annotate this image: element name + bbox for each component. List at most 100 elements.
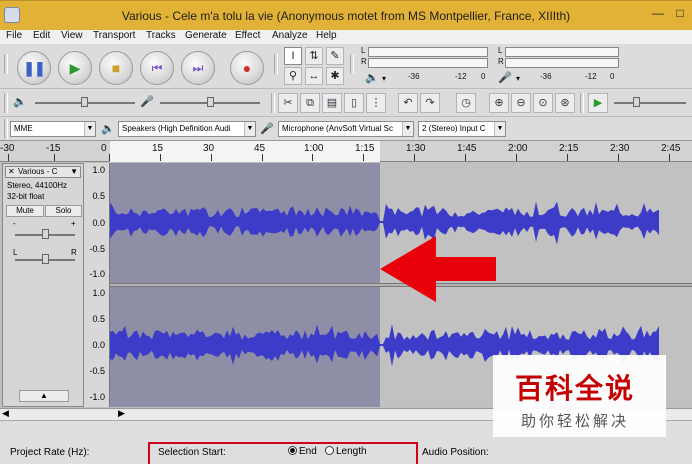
ruler-tick bbox=[414, 154, 415, 161]
speaker-icon[interactable]: 🔈 bbox=[365, 71, 379, 84]
watermark-title: 百科全说 bbox=[515, 372, 636, 405]
time-shift-tool-icon[interactable]: ↔ bbox=[305, 67, 323, 85]
stop-button[interactable]: ■ bbox=[99, 51, 133, 85]
menu-help[interactable]: Help bbox=[316, 30, 337, 42]
sync-lock-icon[interactable]: ◷ bbox=[456, 93, 476, 113]
menu-bar: File Edit View Transport Tracks Generate… bbox=[0, 30, 692, 44]
copy-icon[interactable]: ⧉ bbox=[300, 93, 320, 113]
scale-ch1-0.5: 0.5 bbox=[92, 191, 105, 201]
undo-icon[interactable]: ↶ bbox=[398, 93, 418, 113]
toolbar-grip[interactable] bbox=[4, 54, 8, 74]
skip-to-end-icon: ⏭ bbox=[192, 60, 204, 75]
menu-file[interactable]: File bbox=[6, 30, 22, 42]
menu-transport[interactable]: Transport bbox=[93, 30, 135, 42]
record-meter-left[interactable] bbox=[505, 47, 619, 57]
playback-meter-right[interactable] bbox=[368, 58, 488, 68]
output-volume-thumb[interactable] bbox=[81, 97, 88, 107]
solo-button[interactable]: Solo bbox=[45, 205, 82, 217]
fit-selection-icon[interactable]: ⊙ bbox=[533, 93, 553, 113]
toolbar-grip[interactable] bbox=[271, 93, 275, 113]
playback-scale-12: -12 bbox=[455, 72, 467, 81]
waveform-channel-1 bbox=[110, 201, 659, 245]
collapse-track-button[interactable]: ▲ bbox=[19, 390, 69, 402]
fit-project-icon[interactable]: ⊛ bbox=[555, 93, 575, 113]
ruler-label: 2:30 bbox=[610, 143, 630, 154]
ruler-tick bbox=[54, 154, 55, 161]
input-volume-icon: 🎤 bbox=[140, 96, 154, 108]
menu-view[interactable]: View bbox=[61, 30, 83, 42]
toolbar-grip[interactable] bbox=[274, 54, 278, 74]
skip-to-start-button[interactable]: ⏮ bbox=[140, 51, 174, 85]
paste-icon[interactable]: ▤ bbox=[322, 93, 342, 113]
output-device-select[interactable]: Speakers (High Definition Audi ▼ bbox=[118, 121, 256, 137]
menu-effect[interactable]: Effect bbox=[235, 30, 260, 42]
input-device-select[interactable]: Microphone (AnvSoft Virtual Sc ▼ bbox=[278, 121, 414, 137]
ruler-label: 1:00 bbox=[304, 143, 324, 154]
end-radio[interactable]: End bbox=[288, 446, 317, 457]
ruler-label: -30 bbox=[0, 143, 15, 154]
play-speed-slider[interactable] bbox=[614, 102, 686, 104]
toolbar-grip[interactable] bbox=[350, 54, 354, 74]
zoom-out-icon[interactable]: ⊖ bbox=[511, 93, 531, 113]
ruler-label: 2:00 bbox=[508, 143, 528, 154]
gain-thumb[interactable] bbox=[42, 229, 49, 239]
menu-analyze[interactable]: Analyze bbox=[272, 30, 308, 42]
transport-toolbar: ❚❚ ▶ ■ ⏮ ⏭ ● I ⇅ ✎ ⚲ ↔ ✱ L R L R 🔈 ▾ -36… bbox=[0, 44, 692, 88]
ruler-tick bbox=[211, 154, 212, 161]
menu-generate[interactable]: Generate bbox=[185, 30, 227, 42]
silence-icon[interactable]: ⋮ bbox=[366, 93, 386, 113]
menu-tracks[interactable]: Tracks bbox=[146, 30, 176, 42]
length-radio[interactable]: Length bbox=[325, 446, 367, 457]
microphone-icon[interactable]: 🎤 bbox=[498, 71, 512, 84]
input-channels-value: 2 (Stereo) Input C bbox=[422, 124, 486, 133]
track-name-menu[interactable]: ✕ Various - C ▼ bbox=[5, 166, 81, 178]
play-speed-thumb[interactable] bbox=[633, 97, 640, 107]
audio-host-select[interactable]: MME ▼ bbox=[10, 121, 96, 137]
input-channels-select[interactable]: 2 (Stereo) Input C ▼ bbox=[418, 121, 506, 137]
input-volume-thumb[interactable] bbox=[207, 97, 214, 107]
gain-minus-label: - bbox=[13, 219, 16, 228]
trim-icon[interactable]: ▯ bbox=[344, 93, 364, 113]
zoom-tool-icon[interactable]: ⚲ bbox=[284, 67, 302, 85]
chevron-down-icon: ▼ bbox=[402, 122, 413, 136]
skip-to-end-button[interactable]: ⏭ bbox=[181, 51, 215, 85]
playback-meter-left[interactable] bbox=[368, 47, 488, 57]
toolbar-grip[interactable] bbox=[580, 93, 584, 113]
scale-ch1-neg1.0: -1.0 bbox=[89, 269, 105, 279]
pause-icon: ❚❚ bbox=[23, 59, 45, 76]
mute-button[interactable]: Mute bbox=[6, 205, 44, 217]
meter-right-label: R bbox=[361, 57, 367, 66]
maximize-icon[interactable]: □ bbox=[669, 5, 691, 23]
ruler-tick bbox=[567, 154, 568, 161]
playback-scale-0: 0 bbox=[481, 72, 486, 81]
menu-edit[interactable]: Edit bbox=[33, 30, 50, 42]
scroll-left-icon[interactable]: ◀ bbox=[2, 408, 9, 419]
ruler-tick bbox=[262, 154, 263, 161]
multi-tool-icon[interactable]: ✱ bbox=[326, 67, 344, 85]
play-at-speed-icon[interactable]: ▶ bbox=[588, 93, 608, 113]
toolbar-grip[interactable] bbox=[4, 93, 8, 113]
ruler-tick bbox=[618, 154, 619, 161]
ruler-label: 30 bbox=[203, 143, 215, 154]
toolbar-grip[interactable] bbox=[4, 119, 8, 139]
pause-button[interactable]: ❚❚ bbox=[17, 51, 51, 85]
selection-tool-icon[interactable]: I bbox=[284, 47, 302, 65]
minimize-icon[interactable]: — bbox=[647, 5, 669, 23]
record-meter-right[interactable] bbox=[505, 58, 619, 68]
cut-icon[interactable]: ✂ bbox=[278, 93, 298, 113]
envelope-tool-icon[interactable]: ⇅ bbox=[305, 47, 323, 65]
red-arrow-annotation bbox=[380, 236, 496, 302]
close-track-icon[interactable]: ✕ bbox=[8, 167, 15, 177]
redo-icon[interactable]: ↷ bbox=[420, 93, 440, 113]
input-device-value: Microphone (AnvSoft Virtual Sc bbox=[282, 124, 394, 133]
record-button[interactable]: ● bbox=[230, 51, 264, 85]
scroll-right-icon[interactable]: ▶ bbox=[118, 408, 125, 419]
title-bar: Various - Cele m'a tolu la vie (Anonymou… bbox=[0, 0, 692, 30]
pan-thumb[interactable] bbox=[42, 254, 49, 264]
zoom-in-icon[interactable]: ⊕ bbox=[489, 93, 509, 113]
draw-tool-icon[interactable]: ✎ bbox=[326, 47, 344, 65]
watermark-panel: 百科全说 助你轻松解决 bbox=[493, 355, 666, 437]
play-button[interactable]: ▶ bbox=[58, 51, 92, 85]
ruler-label: 1:15 bbox=[355, 143, 375, 154]
timeline-ruler[interactable]: -30 -15 0 15 30 45 1:00 1:15 1:30 1:45 2:00 2:15 2:3… bbox=[0, 140, 692, 162]
